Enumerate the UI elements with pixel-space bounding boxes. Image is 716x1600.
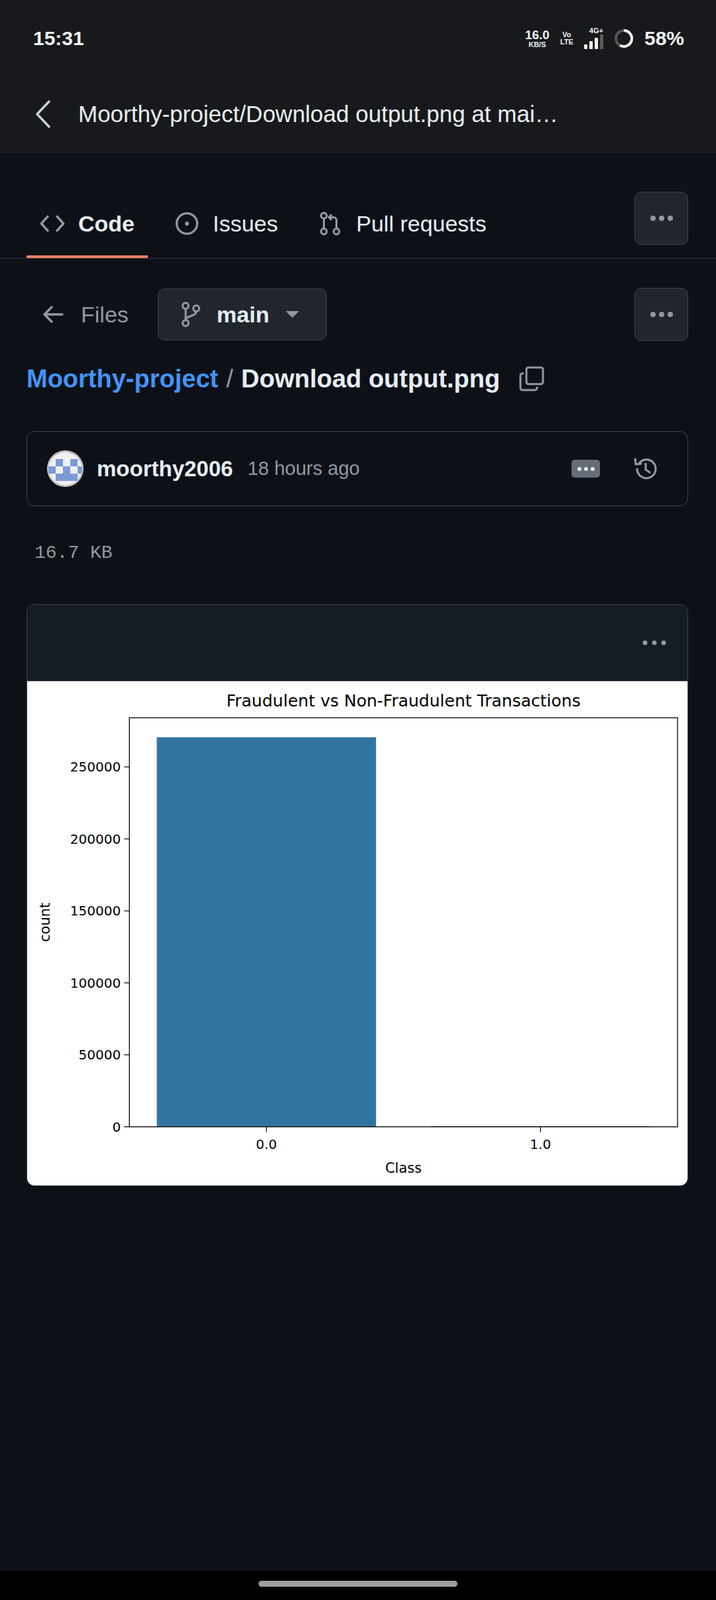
x-axis-label: Class xyxy=(385,1158,422,1176)
more-icon xyxy=(649,310,674,318)
file-menu-button[interactable] xyxy=(634,287,689,341)
net-speed-unit: KB/S xyxy=(528,41,546,49)
issue-icon xyxy=(174,210,200,237)
breadcrumb: Moorthy-project / Download output.png xyxy=(26,358,689,399)
y-tick xyxy=(123,1054,130,1055)
pull-request-icon xyxy=(317,210,343,237)
signal: 4G+ xyxy=(584,27,604,50)
file-name: Download output.png xyxy=(241,359,500,398)
battery-percent: 58% xyxy=(644,23,685,54)
branch-icon xyxy=(180,301,201,327)
repo-link[interactable]: Moorthy-project xyxy=(26,359,219,398)
breadcrumb-separator: / xyxy=(226,359,234,398)
tab-label: Pull requests xyxy=(356,206,487,241)
gesture-bar xyxy=(0,1569,716,1600)
y-tick-label: 50000 xyxy=(78,1046,122,1063)
bar xyxy=(157,736,377,1126)
bar-chart: Fraudulent vs Non-Fraudulent Transaction… xyxy=(27,680,688,1185)
repo-tab[interactable]: Code xyxy=(26,191,148,258)
signal-icon xyxy=(584,34,604,50)
files-link[interactable]: Files xyxy=(26,297,145,332)
commit-message-button[interactable] xyxy=(571,459,600,478)
commit-author[interactable]: moorthy2006 xyxy=(96,452,233,486)
net-speed-value: 16.0 xyxy=(525,28,550,42)
x-tick xyxy=(265,1126,267,1132)
volte: Vo LTE xyxy=(560,31,574,46)
repo-tabs: Code Issues Pull requests xyxy=(0,152,716,259)
image-viewer: Fraudulent vs Non-Fraudulent Transaction… xyxy=(26,603,689,1186)
signal-bar xyxy=(584,44,588,50)
copy-icon[interactable] xyxy=(518,365,545,392)
file-size: 16.7 KB xyxy=(26,538,689,567)
x-tick xyxy=(540,1126,541,1132)
ellipsis-icon xyxy=(576,466,597,472)
back-icon[interactable] xyxy=(33,98,54,130)
y-tick-label: 250000 xyxy=(70,758,121,775)
y-tick-label: 150000 xyxy=(70,902,121,919)
plot-frame xyxy=(129,717,678,1127)
net-speed: 16.0 KB/S xyxy=(525,28,550,49)
status-bar: 15:31 16.0 KB/S Vo LTE 4G+ 58% xyxy=(0,0,716,77)
signal-bar xyxy=(589,41,593,50)
repo-tab[interactable]: Issues xyxy=(161,191,292,258)
battery-icon xyxy=(613,28,634,49)
code-icon xyxy=(39,210,65,237)
y-tick xyxy=(123,766,130,768)
tab-label: Issues xyxy=(212,206,278,241)
latest-commit[interactable]: moorthy2006 18 hours ago xyxy=(26,430,689,506)
branch-button[interactable]: main xyxy=(157,288,327,341)
y-tick-label: 0 xyxy=(112,1118,121,1135)
repo-tab[interactable]: Pull requests xyxy=(304,191,500,258)
avatar-icon[interactable] xyxy=(47,450,84,487)
caret-down-icon xyxy=(285,310,300,319)
signal-bar xyxy=(594,37,598,50)
x-tick-label: 1.0 xyxy=(529,1135,551,1152)
signal-bar xyxy=(599,34,604,50)
commit-time: 18 hours ago xyxy=(247,454,360,484)
more-icon[interactable] xyxy=(641,639,668,646)
network-type: 4G+ xyxy=(589,27,604,35)
chart-title: Fraudulent vs Non-Fraudulent Transaction… xyxy=(226,690,581,711)
y-tick xyxy=(123,1125,130,1127)
page-title: Moorthy-project/Download output.png at m… xyxy=(78,96,559,132)
arrow-left-icon xyxy=(42,304,64,324)
tab-label: Code xyxy=(78,206,135,241)
files-label: Files xyxy=(80,297,129,332)
x-tick-label: 0.0 xyxy=(255,1135,278,1152)
y-tick-label: 200000 xyxy=(70,830,121,847)
battery-fill xyxy=(619,30,632,47)
history-icon[interactable] xyxy=(631,454,660,483)
y-tick xyxy=(123,837,130,839)
app-header: Moorthy-project/Download output.png at m… xyxy=(0,76,716,153)
y-tick-label: 100000 xyxy=(70,974,121,991)
y-tick xyxy=(123,910,130,911)
y-axis-label: count xyxy=(36,902,54,942)
clock: 15:31 xyxy=(33,23,85,54)
y-tick xyxy=(123,981,130,983)
home-indicator[interactable] xyxy=(258,1579,458,1586)
volte-bottom: LTE xyxy=(560,38,574,46)
more-icon xyxy=(649,214,674,222)
more-button[interactable] xyxy=(634,191,689,245)
volte-top: Vo xyxy=(562,31,571,39)
branch-name: main xyxy=(216,297,270,332)
